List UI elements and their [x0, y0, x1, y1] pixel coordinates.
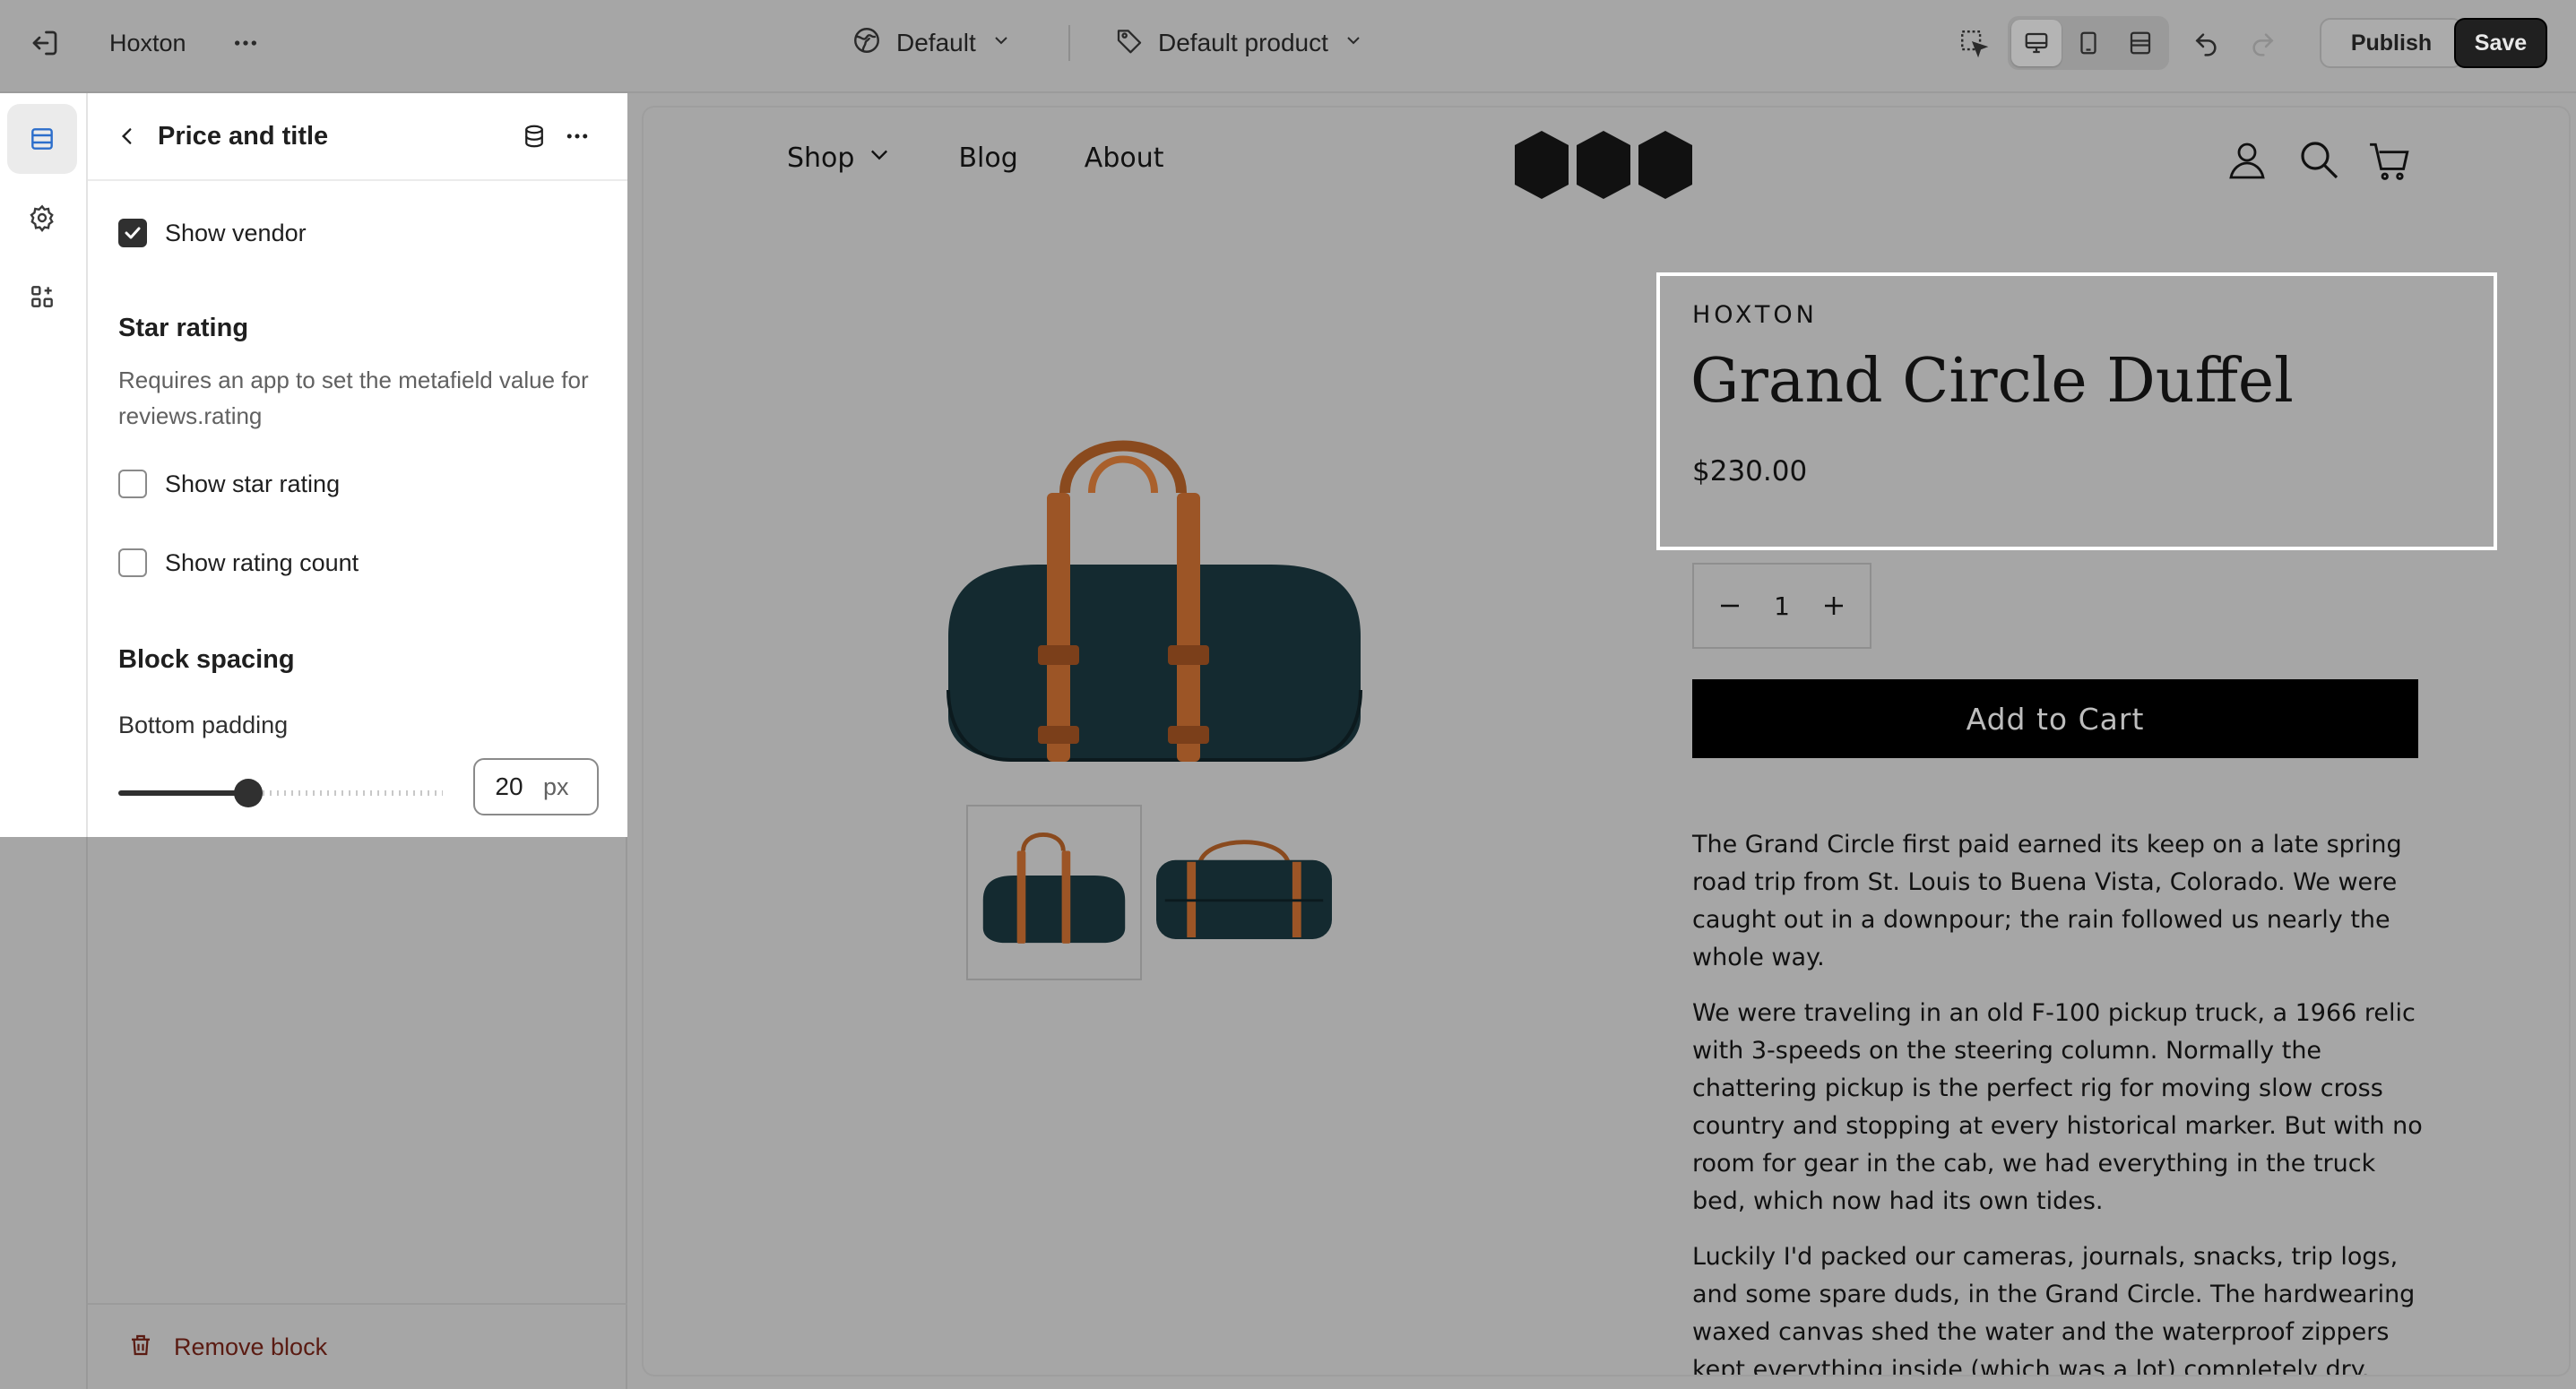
bottom-padding-slider[interactable]	[118, 779, 443, 807]
nav-shop[interactable]: Shop	[787, 142, 892, 174]
sections-icon[interactable]	[7, 104, 77, 174]
show-star-rating-checkbox[interactable]	[118, 470, 147, 498]
block-settings-panel: Price and title Show vendor Star rating …	[88, 93, 627, 837]
nav-blog[interactable]: Blog	[958, 142, 1017, 174]
inspector-icon[interactable]	[1954, 23, 1993, 63]
template-name: Default product	[1158, 29, 1328, 56]
header-icons	[2225, 136, 2413, 183]
bottom-padding-label: Bottom padding	[118, 712, 289, 738]
storefront-preview: Shop Blog About HOXTON Grand Circle Duff…	[644, 108, 2569, 1375]
device-toggle	[2008, 16, 2169, 70]
product-main-image[interactable]	[912, 421, 1396, 811]
product-price: $230.00	[1692, 455, 1808, 487]
apps-icon[interactable]	[7, 262, 77, 332]
product-description: The Grand Circle first paid earned its k…	[1692, 826, 2436, 1375]
product-title: Grand Circle Duffel	[1690, 346, 2294, 417]
product-vendor: HOXTON	[1692, 301, 1818, 329]
template-selector[interactable]: Default product	[1115, 22, 1364, 65]
more-icon[interactable]	[559, 118, 595, 154]
bottom-padding-unit: px	[543, 772, 569, 800]
panel-header: Price and title	[88, 93, 627, 181]
globe-icon	[851, 25, 882, 62]
back-icon[interactable]	[109, 118, 145, 154]
gear-icon[interactable]	[7, 183, 77, 253]
desktop-icon[interactable]	[2011, 20, 2062, 66]
slider-rest	[247, 790, 443, 796]
remove-block-button[interactable]: Remove block	[88, 1303, 627, 1389]
add-to-cart-button[interactable]: Add to Cart	[1692, 679, 2418, 758]
store-name[interactable]: Hoxton	[109, 23, 186, 63]
description-paragraph: Luckily I'd packed our cameras, journals…	[1692, 1243, 2416, 1375]
topbar-divider	[1068, 25, 1070, 61]
theme-name: Default	[896, 29, 976, 56]
show-star-rating-option[interactable]: Show star rating	[118, 470, 340, 498]
nav-shop-label: Shop	[787, 142, 855, 174]
show-star-rating-label: Show star rating	[165, 470, 341, 497]
description-paragraph: We were traveling in an old F-100 pickup…	[1692, 999, 2423, 1215]
chevron-down-icon	[1343, 29, 1364, 57]
more-icon[interactable]	[226, 23, 265, 63]
star-rating-help: Requires an app to set the metafield val…	[118, 367, 589, 429]
tag-icon	[1115, 26, 1144, 61]
slider-fill	[118, 790, 248, 796]
search-icon[interactable]	[2296, 136, 2341, 183]
show-vendor-label: Show vendor	[165, 219, 307, 246]
store-nav: Shop Blog About	[787, 142, 1164, 174]
chevron-down-icon	[867, 142, 892, 174]
fullwidth-icon[interactable]	[2115, 20, 2165, 66]
cart-icon[interactable]	[2368, 136, 2413, 183]
show-rating-count-option[interactable]: Show rating count	[118, 548, 359, 577]
chevron-down-icon	[990, 29, 1012, 57]
slider-thumb[interactable]	[233, 779, 263, 807]
show-rating-count-checkbox[interactable]	[118, 548, 147, 577]
show-vendor-option[interactable]: Show vendor	[118, 219, 307, 247]
bottom-padding-field[interactable]: px	[473, 758, 599, 815]
product-thumbnail-1[interactable]	[966, 805, 1142, 980]
account-icon[interactable]	[2225, 136, 2269, 183]
product-thumbnail-2[interactable]	[1156, 805, 1332, 980]
quantity-value[interactable]: 1	[1774, 591, 1790, 621]
publish-button[interactable]: Publish	[2320, 18, 2463, 68]
left-rail-top	[0, 93, 88, 837]
theme-selector[interactable]: Default	[851, 22, 1012, 65]
exit-icon[interactable]	[25, 23, 65, 63]
quantity-stepper: 1	[1692, 563, 1871, 649]
description-paragraph: The Grand Circle first paid earned its k…	[1692, 831, 2402, 971]
block-spacing-heading: Block spacing	[118, 645, 295, 674]
panel-title: Price and title	[158, 122, 329, 151]
bottom-padding-input[interactable]	[475, 772, 543, 801]
undo-icon[interactable]	[2187, 23, 2226, 63]
nav-about[interactable]: About	[1085, 142, 1164, 174]
show-rating-count-label: Show rating count	[165, 548, 359, 576]
plus-icon[interactable]	[1811, 582, 1857, 629]
editor-topbar: Hoxton Default Default product Publish S…	[0, 0, 2576, 93]
minus-icon[interactable]	[1707, 582, 1753, 629]
redo-icon[interactable]	[2243, 23, 2282, 63]
database-icon[interactable]	[516, 118, 552, 154]
remove-block-label: Remove block	[174, 1333, 328, 1360]
show-vendor-checkbox[interactable]	[118, 219, 147, 247]
save-button[interactable]: Save	[2454, 18, 2547, 68]
store-logo[interactable]	[1511, 129, 1696, 209]
mobile-icon[interactable]	[2063, 20, 2114, 66]
star-rating-heading: Star rating	[118, 314, 249, 342]
trash-icon	[127, 1332, 154, 1363]
